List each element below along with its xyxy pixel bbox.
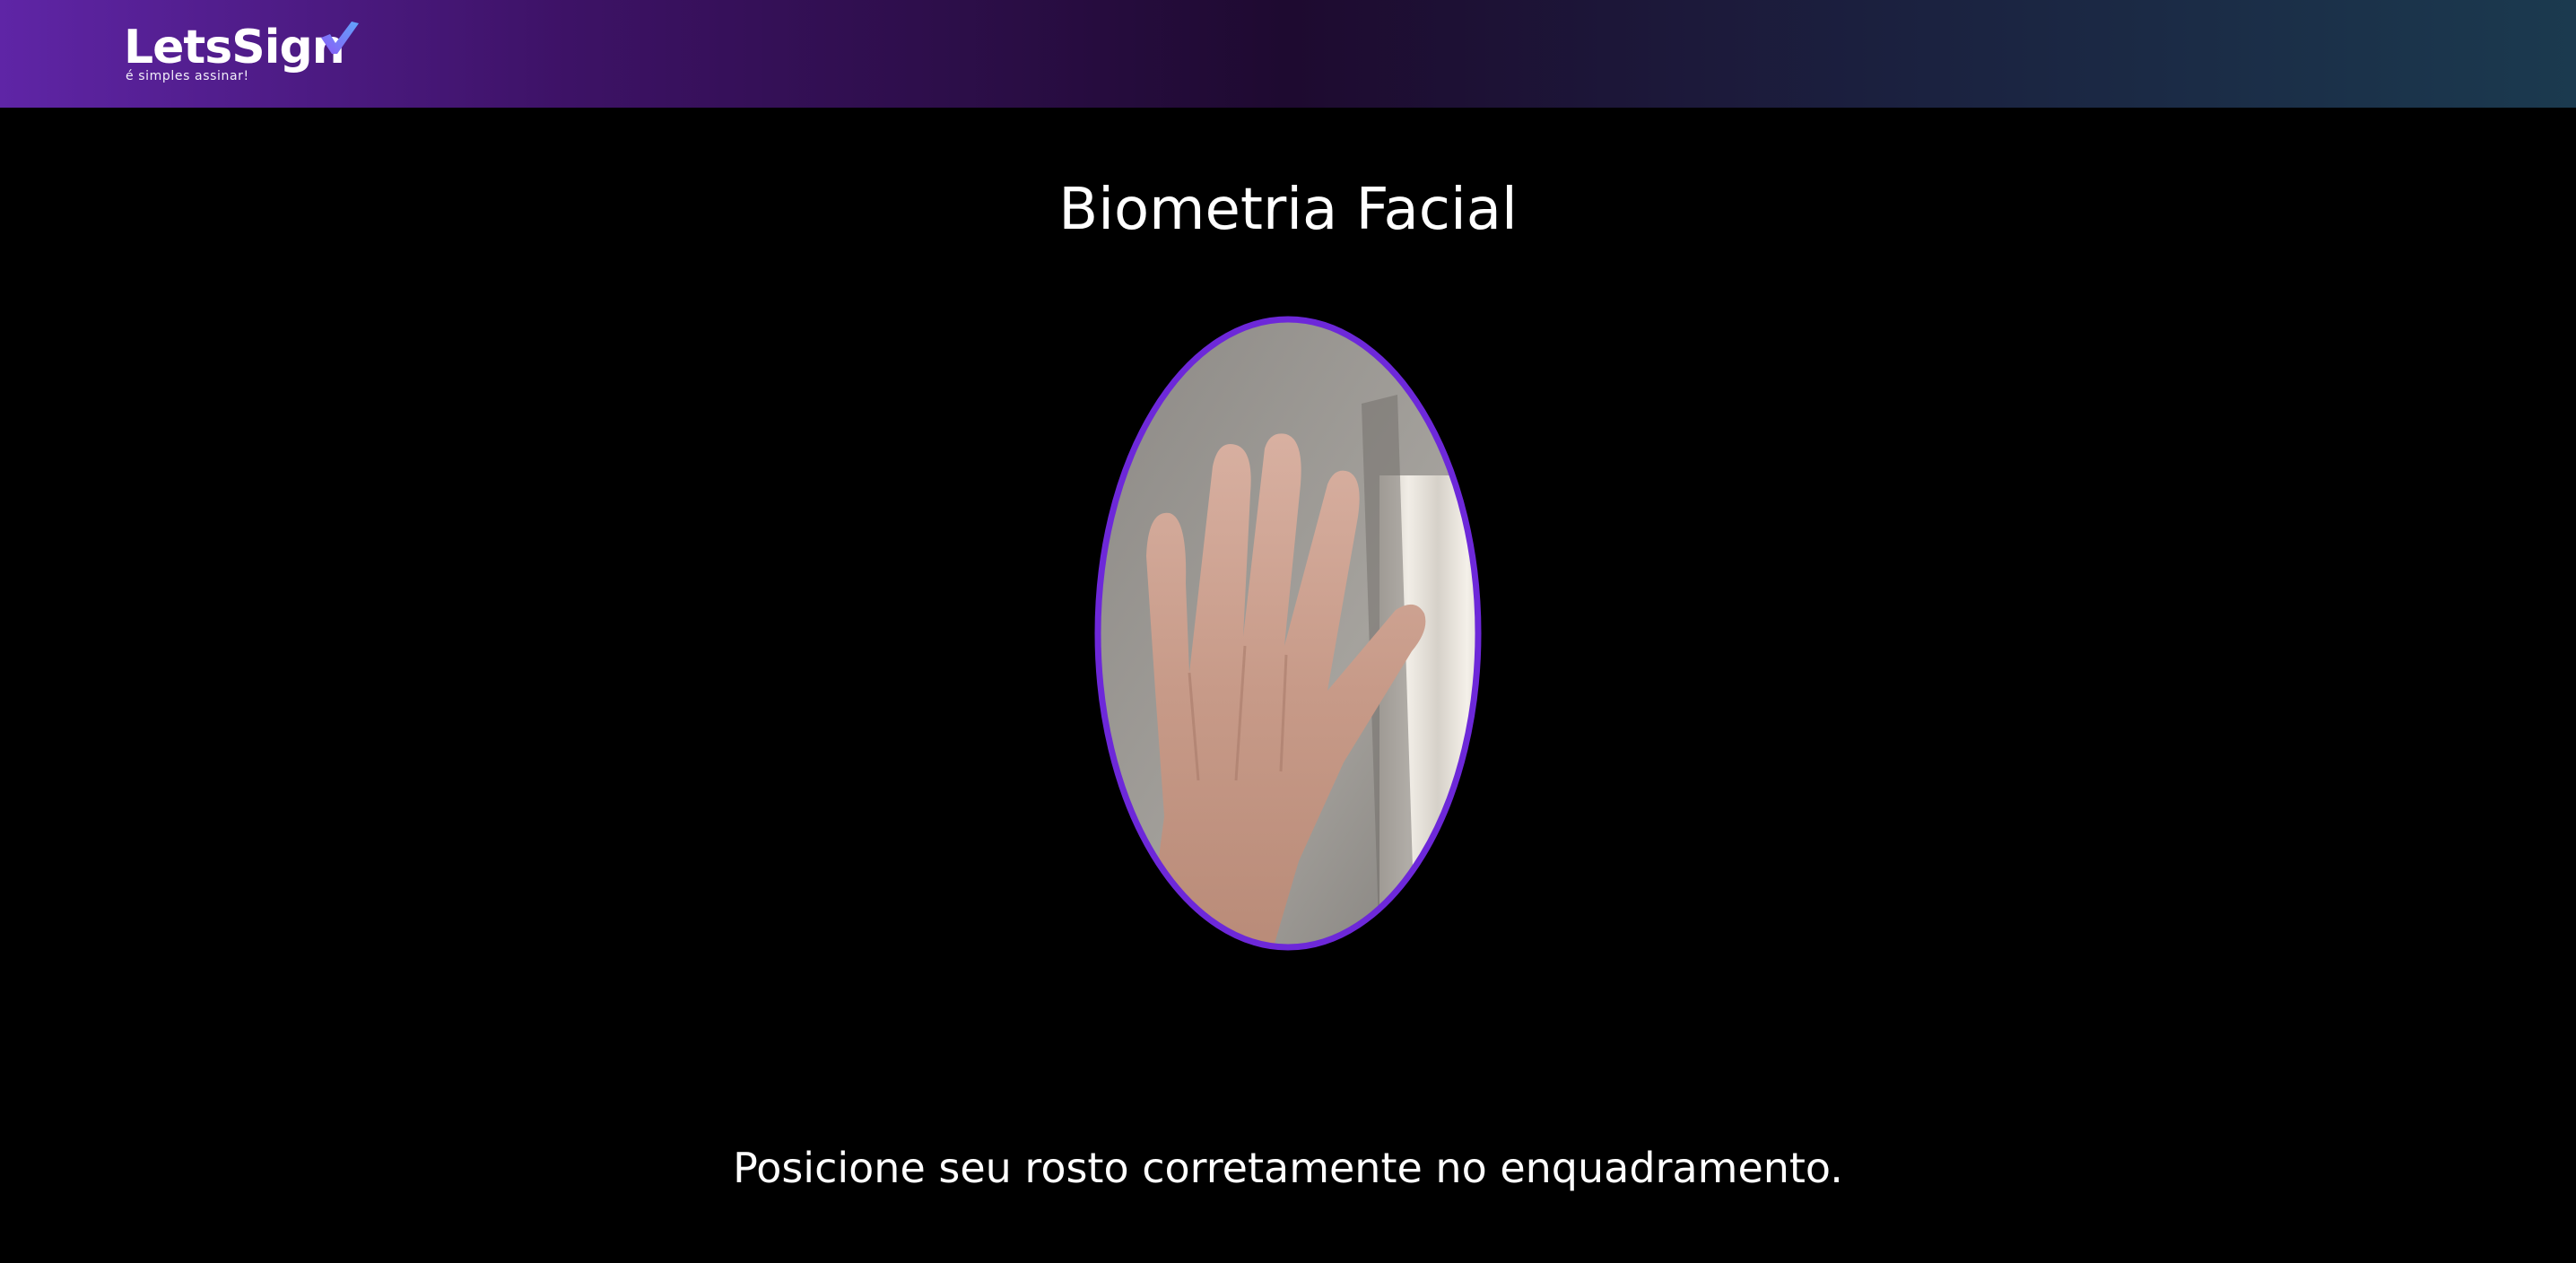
instruction-text: Posicione seu rosto corretamente no enqu…	[733, 1144, 1843, 1192]
camera-preview	[1092, 314, 1484, 953]
letssign-logo[interactable]: LetsSign é simples assinar!	[124, 18, 375, 90]
top-header: LetsSign é simples assinar!	[0, 0, 2576, 108]
page-title: Biometria Facial	[1058, 177, 1518, 243]
logo-tagline: é simples assinar!	[126, 69, 249, 83]
checkmark-icon	[321, 22, 359, 54]
camera-feed	[1094, 316, 1482, 951]
